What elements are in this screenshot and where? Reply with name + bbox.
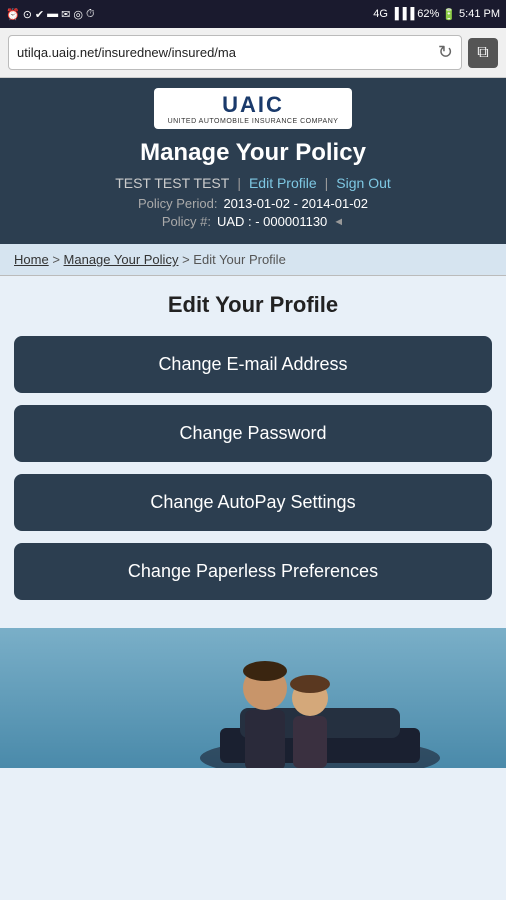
logo-container: UAIC UNITED AUTOMOBILE INSURANCE COMPANY bbox=[154, 88, 353, 129]
policy-period-label: Policy Period: bbox=[138, 196, 217, 211]
signal-text: 4G bbox=[373, 8, 388, 20]
time-display: 5:41 PM bbox=[459, 8, 500, 20]
header: UAIC UNITED AUTOMOBILE INSURANCE COMPANY… bbox=[0, 78, 506, 244]
circle-icon: ⊙ bbox=[23, 8, 32, 21]
username: TEST TEST TEST bbox=[115, 175, 229, 191]
couple-photo bbox=[0, 628, 506, 768]
battery-bar-icon: 🔋 bbox=[442, 8, 456, 21]
browser-bar: utilqa.uaig.net/insurednew/insured/ma ↻ … bbox=[0, 28, 506, 78]
mail-icon: ✉ bbox=[61, 8, 70, 21]
change-autopay-button[interactable]: Change AutoPay Settings bbox=[14, 474, 492, 531]
url-text: utilqa.uaig.net/insurednew/insured/ma bbox=[17, 45, 236, 60]
status-right: 4G ▐▐▐ 62% 🔋 5:41 PM bbox=[373, 8, 500, 21]
user-row: TEST TEST TEST | Edit Profile | Sign Out bbox=[16, 175, 490, 191]
circle2-icon: ◎ bbox=[73, 8, 83, 21]
breadcrumb-home[interactable]: Home bbox=[14, 252, 49, 267]
logo-subtitle: UNITED AUTOMOBILE INSURANCE COMPANY bbox=[168, 118, 339, 125]
page-title: Manage Your Policy bbox=[16, 139, 490, 167]
breadcrumb-sep-1: > bbox=[52, 252, 63, 267]
policy-period-value: 2013-01-02 - 2014-01-02 bbox=[223, 196, 368, 211]
change-paperless-button[interactable]: Change Paperless Preferences bbox=[14, 543, 492, 600]
separator-2: | bbox=[325, 175, 329, 191]
edit-profile-link[interactable]: Edit Profile bbox=[249, 175, 317, 191]
section-title: Edit Your Profile bbox=[14, 292, 492, 318]
photo-section bbox=[0, 628, 506, 768]
battery-percent: 62% bbox=[417, 8, 439, 20]
breadcrumb-sep-2: > bbox=[182, 252, 193, 267]
change-password-button[interactable]: Change Password bbox=[14, 405, 492, 462]
change-email-button[interactable]: Change E-mail Address bbox=[14, 336, 492, 393]
breadcrumb-manage[interactable]: Manage Your Policy bbox=[64, 252, 179, 267]
policy-period-row: Policy Period: 2013-01-02 - 2014-01-02 bbox=[16, 196, 490, 211]
alarm2-icon: ⏱ bbox=[86, 8, 95, 21]
signal-bars-icon: ▐▐▐ bbox=[391, 8, 414, 20]
policy-number-row: Policy #: UAD : - 000001130 ◄ bbox=[16, 214, 490, 229]
url-bar[interactable]: utilqa.uaig.net/insurednew/insured/ma ↻ bbox=[8, 35, 462, 70]
policy-num-label: Policy #: bbox=[162, 214, 211, 229]
battery-icon: ▬ bbox=[47, 8, 58, 20]
reload-icon[interactable]: ↻ bbox=[438, 42, 453, 63]
policy-num-value: UAD : - 000001130 bbox=[217, 214, 327, 229]
sign-out-link[interactable]: Sign Out bbox=[336, 175, 390, 191]
content-area: Edit Your Profile Change E-mail Address … bbox=[0, 276, 506, 628]
alarm-icon: ⏰ bbox=[6, 8, 20, 21]
breadcrumb-current: Edit Your Profile bbox=[193, 252, 286, 267]
breadcrumb: Home > Manage Your Policy > Edit Your Pr… bbox=[0, 244, 506, 276]
logo: UAIC bbox=[168, 92, 339, 118]
status-bar: ⏰ ⊙ ✔ ▬ ✉ ◎ ⏱ 4G ▐▐▐ 62% 🔋 5:41 PM bbox=[0, 0, 506, 28]
triangle-icon: ◄ bbox=[333, 216, 344, 228]
check-icon: ✔ bbox=[35, 8, 44, 21]
separator-1: | bbox=[237, 175, 241, 191]
status-icons-left: ⏰ ⊙ ✔ ▬ ✉ ◎ ⏱ bbox=[6, 8, 95, 21]
tabs-icon[interactable]: ⧉ bbox=[468, 38, 498, 68]
